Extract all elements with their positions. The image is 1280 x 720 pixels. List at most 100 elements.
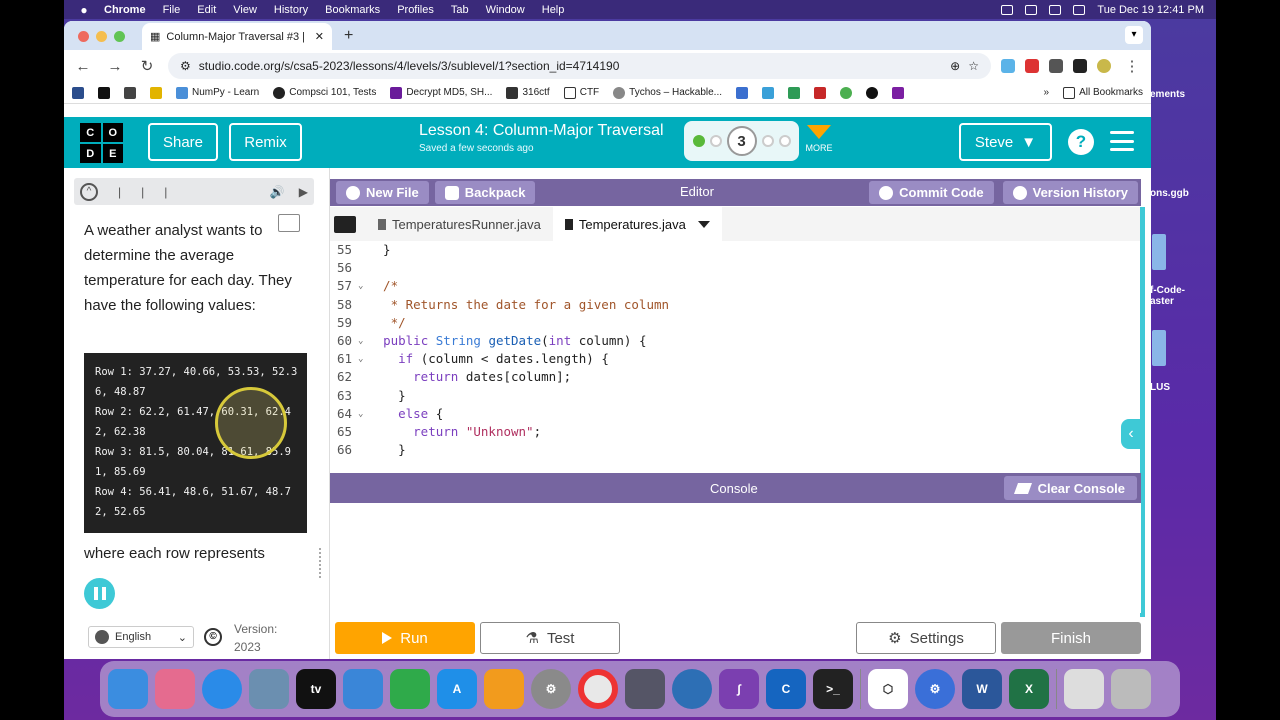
apple-tv-icon[interactable]: tv — [296, 669, 336, 709]
extension-icon[interactable] — [1025, 59, 1039, 73]
menu-chrome[interactable]: Chrome — [104, 4, 146, 16]
lesson-title[interactable]: Lesson 4: Column-Major Traversal — [419, 122, 664, 140]
menu-edit[interactable]: Edit — [197, 4, 216, 16]
menu-history[interactable]: History — [274, 4, 308, 16]
zoom-icon[interactable]: ⊕ — [950, 59, 960, 73]
minimize-window-icon[interactable] — [96, 31, 107, 42]
speaker-icon[interactable]: 🔊 — [270, 185, 285, 199]
desktop-file-icon[interactable] — [1152, 234, 1166, 270]
version-history-button[interactable]: Version History — [1002, 181, 1138, 204]
menu-view[interactable]: View — [233, 4, 257, 16]
desktop-file-icon[interactable] — [1152, 330, 1166, 366]
finder-icon[interactable] — [108, 669, 148, 709]
graphing-calculator-icon[interactable] — [672, 669, 712, 709]
text-size-icon[interactable]: | — [141, 185, 144, 199]
bookmark-icon[interactable] — [736, 86, 748, 99]
fold-icon[interactable]: ⌄ — [358, 405, 368, 423]
panel-resize-handle[interactable] — [319, 548, 322, 578]
preview-icon[interactable] — [249, 669, 289, 709]
bookmark-icon[interactable] — [150, 86, 162, 99]
bookmark-icon[interactable] — [98, 86, 110, 99]
pause-button[interactable] — [84, 578, 115, 609]
address-bar[interactable]: ⚙ studio.code.org/s/csa5-2023/lessons/4/… — [168, 53, 991, 79]
finish-button[interactable]: Finish — [1001, 622, 1141, 654]
collapse-icon[interactable]: ^ — [80, 182, 98, 201]
calculator-icon[interactable] — [625, 669, 665, 709]
pages-icon[interactable] — [484, 669, 524, 709]
bookmark-icon[interactable] — [840, 86, 852, 99]
address-url[interactable]: studio.code.org/s/csa5-2023/lessons/4/le… — [199, 59, 942, 73]
codeorg-logo[interactable]: C O D E — [80, 123, 123, 163]
desktop-label[interactable]: ements — [1150, 89, 1185, 100]
bookmark-numpy[interactable]: NumPy - Learn — [176, 86, 259, 99]
bookmark-icon[interactable] — [762, 86, 774, 99]
close-window-icon[interactable] — [78, 31, 89, 42]
terminal-icon[interactable]: >_ — [813, 669, 853, 709]
menu-help[interactable]: Help — [542, 4, 565, 16]
level-dot[interactable] — [778, 135, 791, 147]
bookmark-icon[interactable] — [866, 86, 878, 99]
bookmark-icon[interactable] — [892, 86, 904, 99]
new-file-button[interactable]: New File — [336, 181, 429, 204]
new-tab-icon[interactable]: + — [344, 27, 353, 45]
play-icon[interactable]: ▶ — [299, 185, 308, 199]
clear-console-button[interactable]: Clear Console — [1003, 476, 1137, 500]
remix-button[interactable]: Remix — [229, 123, 302, 161]
c-app-icon[interactable]: C — [766, 669, 806, 709]
zoom-window-icon[interactable] — [114, 31, 125, 42]
run-button[interactable]: Run — [335, 622, 475, 654]
share-button[interactable]: Share — [148, 123, 218, 161]
user-menu-button[interactable]: Steve ▼ — [959, 123, 1052, 161]
menu-profiles[interactable]: Profiles — [397, 4, 434, 16]
launchpad-icon[interactable] — [155, 669, 195, 709]
backpack-button[interactable]: Backpack — [434, 181, 536, 204]
document-icon[interactable] — [1064, 669, 1104, 709]
app-store-icon[interactable]: A — [437, 669, 477, 709]
battery-icon[interactable] — [1001, 4, 1014, 15]
system-settings-icon[interactable]: ⚙ — [531, 669, 571, 709]
fold-icon[interactable]: ⌄ — [358, 350, 368, 368]
level-dot[interactable] — [709, 135, 722, 147]
bookmark-compsci[interactable]: Compsci 101, Tests — [273, 86, 376, 99]
menu-tab[interactable]: Tab — [451, 4, 469, 16]
integral-app-icon[interactable]: ∫ — [719, 669, 759, 709]
help-icon[interactable]: ? — [1068, 129, 1094, 155]
gear-app-icon[interactable]: ⚙ — [915, 669, 955, 709]
fold-icon[interactable]: ⌄ — [358, 277, 368, 295]
level-dot[interactable] — [761, 135, 774, 147]
network-app-icon[interactable]: ⬡ — [868, 669, 908, 709]
code-editor[interactable]: 55 } 56 57 ⌄ /* 58 * Returns the date for… — [330, 241, 1141, 461]
level-dot-complete[interactable] — [692, 135, 705, 147]
chevron-down-icon[interactable]: ▾ — [1125, 26, 1143, 44]
keynote-icon[interactable] — [343, 669, 383, 709]
all-bookmarks[interactable]: All Bookmarks — [1063, 86, 1143, 99]
bookmark-icon[interactable] — [124, 86, 136, 99]
settings-button[interactable]: ⚙ Settings — [856, 622, 996, 654]
more-levels-button[interactable]: MORE — [804, 123, 834, 153]
forward-icon[interactable]: → — [104, 58, 126, 75]
profile-avatar[interactable] — [1097, 59, 1111, 73]
apple-icon[interactable]: ● — [64, 3, 104, 17]
trash-icon[interactable] — [1111, 669, 1151, 709]
reload-icon[interactable]: ↻ — [136, 57, 158, 75]
current-level-bubble[interactable]: 3 — [726, 126, 757, 156]
file-tab[interactable]: TemperaturesRunner.java — [366, 207, 553, 241]
fold-icon[interactable]: ⌄ — [358, 332, 368, 350]
word-icon[interactable]: W — [962, 669, 1002, 709]
desktop-label[interactable]: LUS — [1150, 382, 1170, 393]
safari-icon[interactable] — [202, 669, 242, 709]
browser-tab[interactable]: ▦ Column-Major Traversal #3 | ✕ — [142, 23, 332, 50]
menu-bookmarks[interactable]: Bookmarks — [325, 4, 380, 16]
menubar-datetime[interactable]: Tue Dec 19 12:41 PM — [1097, 4, 1204, 16]
text-size-icon[interactable]: | — [118, 185, 121, 199]
puzzle-icon[interactable] — [1049, 59, 1063, 73]
bookmark-icon[interactable] — [814, 86, 826, 99]
copyright-icon[interactable]: © — [204, 628, 222, 646]
desktop-label[interactable]: f-Code- aster — [1150, 285, 1185, 307]
wifi-icon[interactable] — [1025, 4, 1038, 15]
excel-icon[interactable]: X — [1009, 669, 1049, 709]
chevron-right-icon[interactable]: » — [1044, 87, 1050, 98]
sidepanel-icon[interactable] — [1073, 59, 1087, 73]
numbers-icon[interactable] — [390, 669, 430, 709]
language-select[interactable]: English ⌄ — [88, 626, 194, 648]
